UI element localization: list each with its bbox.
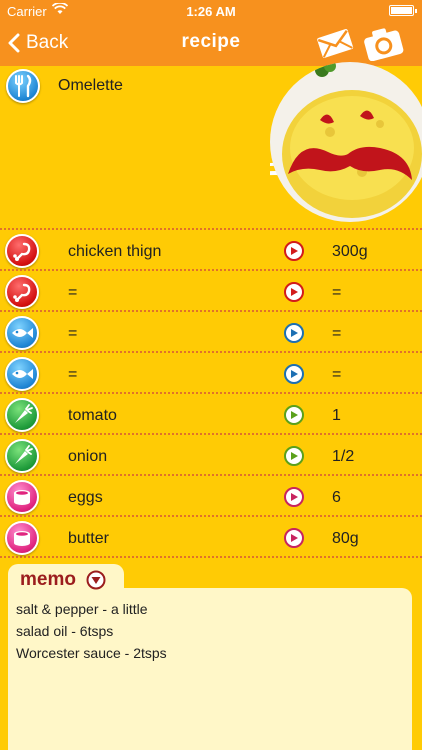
ingredient-name: =: [68, 366, 78, 383]
play-icon[interactable]: [284, 282, 304, 302]
navigation-bar: Carrier 1:26 AM Back recipe: [0, 0, 422, 66]
meat-icon: [5, 234, 39, 268]
ingredient-quantity: 80g: [332, 530, 359, 547]
memo-toggle-button[interactable]: [86, 570, 106, 595]
ingredient-quantity: 300g: [332, 243, 368, 260]
mail-button[interactable]: [316, 27, 354, 64]
egg-dairy-icon: [5, 521, 39, 555]
vegetable-icon: [5, 439, 39, 473]
play-icon[interactable]: [284, 405, 304, 425]
ingredient-quantity: 1: [332, 407, 341, 424]
envelope-icon: [317, 29, 354, 58]
divider: [0, 556, 422, 558]
status-bar: Carrier 1:26 AM: [0, 0, 422, 22]
ingredient-row[interactable]: = =: [0, 269, 422, 310]
ingredient-quantity: 6: [332, 489, 341, 506]
ingredient-row[interactable]: chicken thign 300g: [0, 228, 422, 269]
ingredient-name: chicken thign: [68, 243, 162, 260]
play-icon[interactable]: [284, 364, 304, 384]
chevron-down-icon: [86, 570, 106, 590]
ingredient-quantity: =: [332, 284, 342, 301]
ingredient-row[interactable]: = =: [0, 351, 422, 392]
ingredient-row[interactable]: onion 1/2: [0, 433, 422, 474]
memo-line: salt & pepper - a little: [16, 601, 148, 617]
ingredient-row[interactable]: tomato 1: [0, 392, 422, 433]
battery-icon: [389, 5, 417, 16]
play-icon[interactable]: [284, 446, 304, 466]
ingredient-name: butter: [68, 530, 109, 547]
ingredient-list: chicken thign 300g = = = = = = tomato 1: [0, 228, 422, 558]
play-icon[interactable]: [284, 528, 304, 548]
camera-button[interactable]: [362, 25, 404, 66]
ingredient-name: =: [68, 284, 78, 301]
recipe-title: Omelette: [58, 77, 123, 94]
play-icon[interactable]: [284, 241, 304, 261]
ingredient-quantity: =: [332, 325, 342, 342]
ingredient-name: eggs: [68, 489, 103, 506]
camera-icon: [364, 28, 404, 62]
cutlery-icon: [6, 69, 40, 103]
fish-icon: [5, 316, 39, 350]
memo-line: Worcester sauce - 2tsps: [16, 645, 167, 661]
ingredient-row[interactable]: butter 80g: [0, 515, 422, 556]
ingredient-quantity: 1/2: [332, 448, 355, 465]
play-icon[interactable]: [284, 487, 304, 507]
page-title: recipe: [181, 31, 241, 52]
fish-icon: [5, 357, 39, 391]
ingredient-name: =: [68, 325, 78, 342]
egg-dairy-icon: [5, 480, 39, 514]
meat-icon: [5, 275, 39, 309]
clock: 1:26 AM: [186, 4, 236, 19]
vegetable-icon: [5, 398, 39, 432]
ingredient-name: tomato: [68, 407, 117, 424]
memo-label: memo: [20, 569, 76, 590]
ingredient-row[interactable]: = =: [0, 310, 422, 351]
ingredient-name: onion: [68, 448, 108, 465]
recipe-photo[interactable]: [230, 62, 422, 222]
play-icon[interactable]: [284, 323, 304, 343]
ingredient-row[interactable]: eggs 6: [0, 474, 422, 515]
ingredient-quantity: =: [332, 366, 342, 383]
memo-line: salad oil - 6tsps: [16, 623, 114, 639]
